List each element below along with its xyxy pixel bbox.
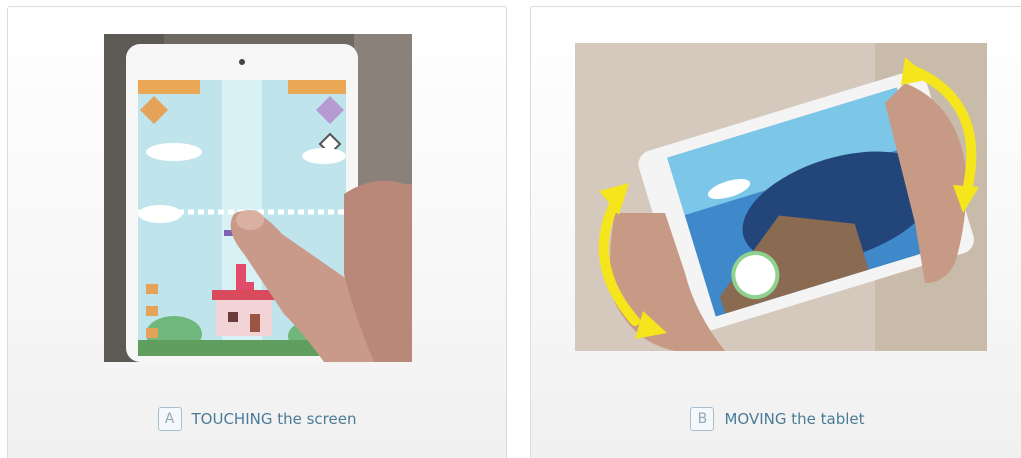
caption-text-b: MOVING the tablet [724, 410, 865, 428]
tilt-photo [575, 43, 987, 351]
touch-illustration [104, 34, 412, 362]
card-touching: A TOUCHING the screen [7, 6, 507, 458]
touch-photo [104, 34, 412, 362]
caption-b: B MOVING the tablet [531, 407, 1021, 431]
tilt-illustration [575, 43, 987, 351]
letter-badge-b: B [690, 407, 715, 431]
caption-text-a: TOUCHING the screen [191, 410, 357, 428]
letter-badge-a: A [157, 407, 182, 431]
caption-a: A TOUCHING the screen [8, 407, 506, 431]
card-moving: B MOVING the tablet [530, 6, 1021, 458]
